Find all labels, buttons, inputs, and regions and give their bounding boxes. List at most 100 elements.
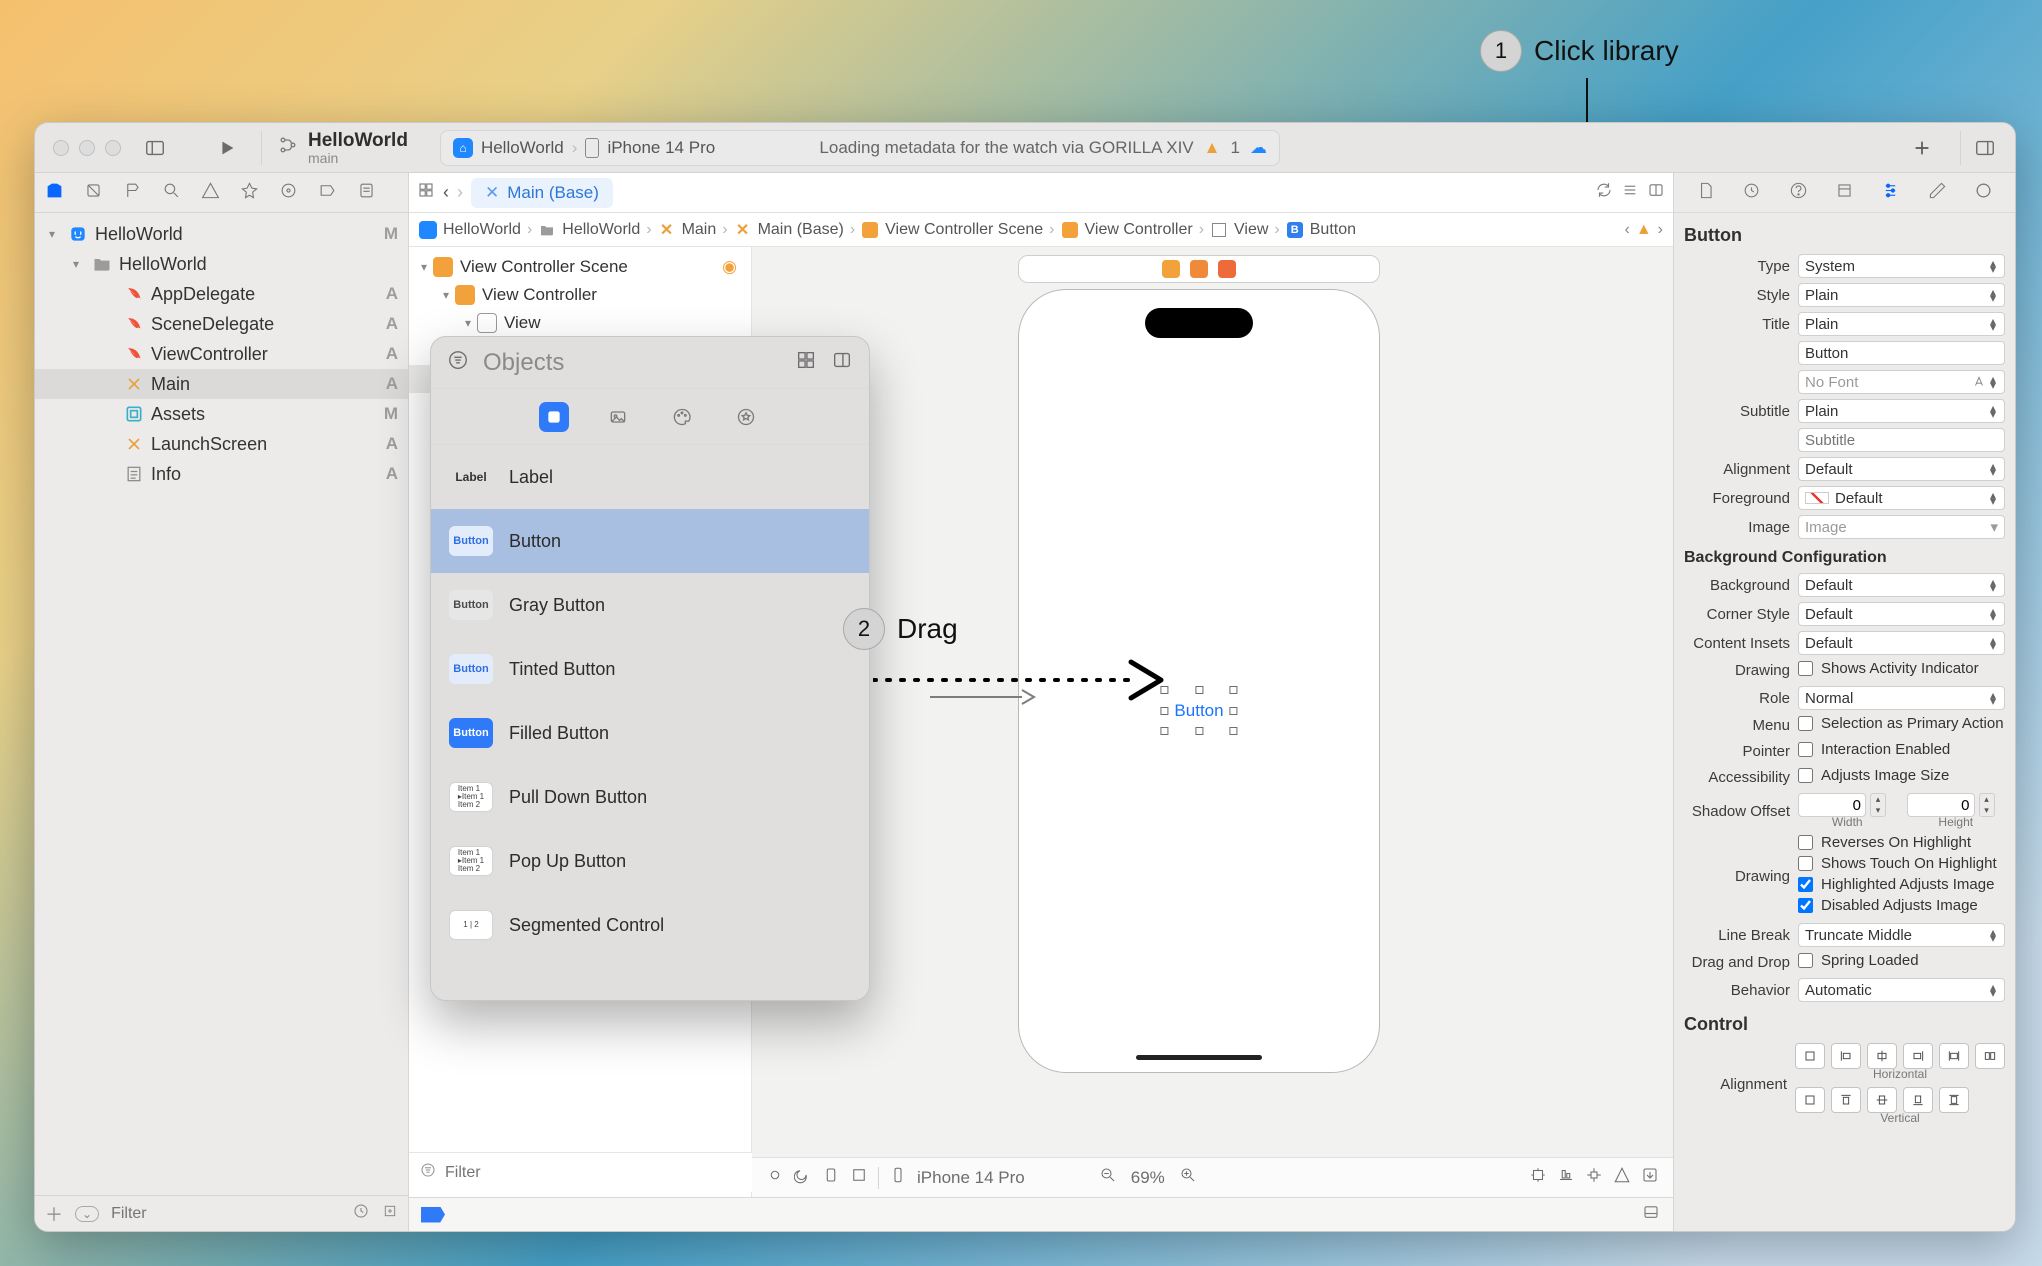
subtitle-input[interactable] [1798,428,2005,452]
linebreak-select[interactable]: Truncate Middle▴▾ [1798,923,2005,947]
image-select[interactable]: Image▾ [1798,515,2005,539]
foreground-select[interactable]: Default▴▾ [1798,486,2005,510]
debug-tab[interactable] [279,181,298,205]
library-item[interactable]: ButtonGray Button [431,573,869,637]
project-tree[interactable]: ▾HelloWorldM▾HelloWorldAppDelegateAScene… [35,213,408,1195]
project-navigator-tab[interactable] [45,181,64,205]
media-tab[interactable] [603,402,633,432]
background-select[interactable]: Default▴▾ [1798,573,2005,597]
library-item[interactable]: ButtonFilled Button [431,701,869,765]
find-tab[interactable] [162,181,181,205]
library-list[interactable]: LabelLabelButtonButtonButtonGray ButtonB… [431,445,869,1000]
jumpbar-fwd-icon[interactable]: › [1658,221,1663,239]
refresh-icon[interactable] [1595,181,1613,204]
inspector-tabs[interactable] [1674,173,2015,213]
toggle-navigator-icon[interactable] [139,132,171,164]
resize-handle[interactable] [1160,727,1168,735]
nav-row-info[interactable]: InfoA [35,459,408,489]
file-inspector-tab[interactable] [1696,181,1715,205]
editor-tab[interactable]: ✕ Main (Base) [471,178,613,208]
nav-row-helloworld[interactable]: ▾HelloWorld [35,249,408,279]
resize-handle[interactable] [1195,686,1203,694]
color-tab[interactable] [667,402,697,432]
disabled-adj-checkbox[interactable]: Disabled Adjusts Image [1798,897,2005,914]
a11y-checkbox[interactable]: Adjusts Image Size [1798,767,2005,784]
symbol-tab[interactable] [123,181,142,205]
resolve-icon[interactable] [1613,1166,1631,1189]
device-frame[interactable]: Button [1018,289,1380,1073]
canvas-orientation-icon[interactable] [822,1166,840,1189]
resize-handle[interactable] [1230,727,1238,735]
subtitle-mode-select[interactable]: Plain▴▾ [1798,399,2005,423]
collapse-icon[interactable] [382,1203,398,1224]
crumb[interactable]: ✕Main (Base) [734,221,844,239]
library-item[interactable]: Item 1▸Item 1Item 2Pop Up Button [431,829,869,893]
library-panel[interactable]: Objects LabelLabelButtonButtonButtonGray… [430,336,870,1001]
filter-scope-icon[interactable]: ⌄ [75,1206,99,1222]
nav-fwd-icon[interactable]: › [457,182,463,203]
scheme-selector[interactable]: HelloWorld main [278,130,408,166]
help-inspector-tab[interactable] [1789,181,1808,205]
zoom-out-icon[interactable] [1099,1166,1117,1189]
resize-handle[interactable] [1230,707,1238,715]
crumb[interactable]: View Controller [1061,221,1193,239]
library-item[interactable]: LabelLabel [431,445,869,509]
type-select[interactable]: System▴▾ [1798,254,2005,278]
shadow-h-input[interactable]: ▴▾ [1907,793,2006,817]
zoom-in-icon[interactable] [1179,1166,1197,1189]
title-mode-select[interactable]: Plain▴▾ [1798,312,2005,336]
resize-handle[interactable] [1160,707,1168,715]
vertical-align-buttons[interactable] [1795,1087,2005,1113]
library-grid-icon[interactable] [795,349,817,376]
attributes-inspector-tab[interactable] [1881,181,1900,205]
zoom-dot[interactable] [105,140,121,156]
crumb[interactable]: BButton [1286,221,1356,239]
library-item[interactable]: ButtonTinted Button [431,637,869,701]
highlighted-adj-checkbox[interactable]: Highlighted Adjusts Image [1798,876,2005,893]
crumb[interactable]: View [1210,221,1268,239]
pin-icon[interactable] [1585,1166,1603,1189]
alignment-select[interactable]: Default▴▾ [1798,457,2005,481]
library-item[interactable]: ButtonButton [431,509,869,573]
interface-builder-canvas[interactable]: Button [752,247,1673,1197]
recent-icon[interactable] [352,1202,370,1225]
reverses-checkbox[interactable]: Reverses On Highlight [1798,834,2005,851]
related-items-icon[interactable] [417,181,435,204]
activity-status-bar[interactable]: ⌂ HelloWorld › iPhone 14 Pro Loading met… [440,130,1280,166]
toggle-debug-area-icon[interactable] [1641,1203,1661,1226]
nav-row-scenedelegate[interactable]: SceneDelegateA [35,309,408,339]
crumb[interactable]: ✕Main [658,221,717,239]
resize-handle[interactable] [1160,686,1168,694]
canvas-appearance-light-icon[interactable] [766,1166,784,1189]
nav-row-viewcontroller[interactable]: ViewControllerA [35,339,408,369]
crumb[interactable]: HelloWorld [538,221,640,239]
nav-row-appdelegate[interactable]: AppDelegateA [35,279,408,309]
nav-back-icon[interactable]: ‹ [443,182,449,203]
canvas-layout-icon[interactable] [850,1166,868,1189]
issue-tab[interactable] [201,181,220,205]
nav-row-launchscreen[interactable]: LaunchScreenA [35,429,408,459]
outline-row[interactable]: ▾View Controller [409,281,751,309]
connections-inspector-tab[interactable] [1974,181,1993,205]
nav-row-main[interactable]: MainA [35,369,408,399]
insets-select[interactable]: Default▴▾ [1798,631,2005,655]
outline-row[interactable]: ▾View [409,309,751,337]
menu-checkbox[interactable]: Selection as Primary Action [1798,715,2005,732]
report-tab[interactable] [357,181,376,205]
toggle-inspector-icon[interactable] [1969,132,2001,164]
canvas-appearance-dark-icon[interactable] [794,1166,812,1189]
outline-filter-input[interactable] [445,1164,742,1182]
library-button[interactable] [1904,130,1940,166]
window-traffic-lights[interactable] [35,140,139,156]
size-inspector-tab[interactable] [1928,181,1947,205]
jump-bar[interactable]: HelloWorld›HelloWorld›✕Main›✕Main (Base)… [409,213,1673,247]
close-dot[interactable] [53,140,69,156]
canvas-device-label[interactable]: iPhone 14 Pro [917,1168,1025,1188]
resize-handle[interactable] [1195,727,1203,735]
corner-select[interactable]: Default▴▾ [1798,602,2005,626]
navigator-filter-input[interactable] [111,1205,340,1223]
test-tab[interactable] [240,181,259,205]
breakpoint-toggle-icon[interactable] [421,1207,445,1223]
shadow-w-input[interactable]: ▴▾ [1798,793,1897,817]
minimize-dot[interactable] [79,140,95,156]
